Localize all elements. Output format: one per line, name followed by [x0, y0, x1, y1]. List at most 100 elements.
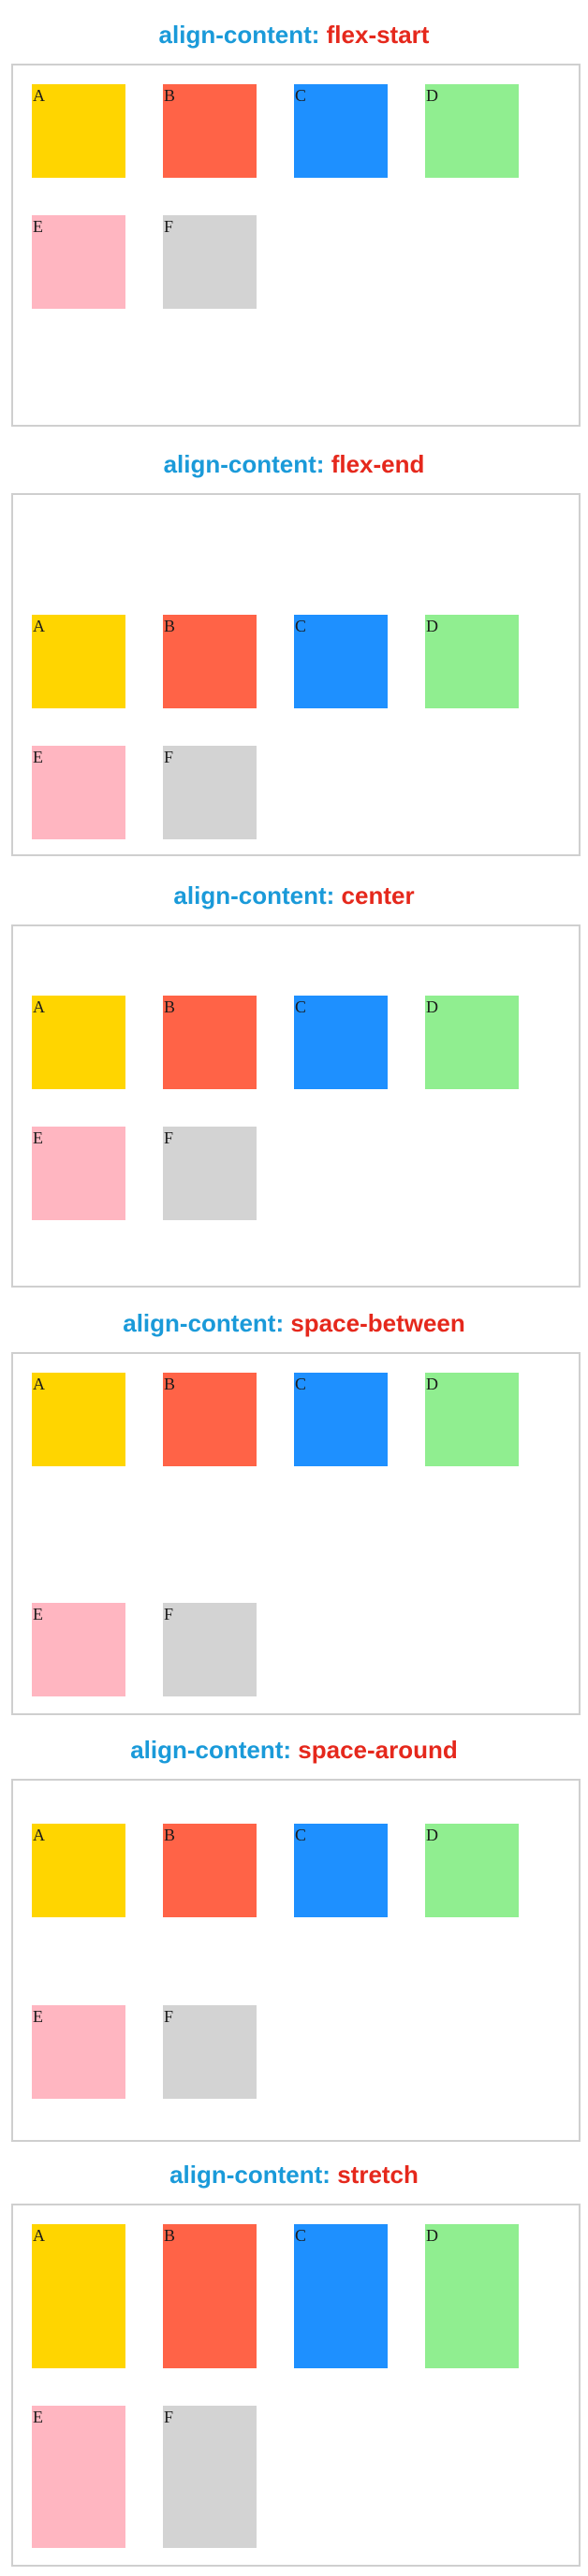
property-value: flex-start	[326, 21, 430, 49]
panel-title: align-content: space-around	[0, 1734, 588, 1766]
item-label: D	[426, 1826, 438, 1844]
flex-item-f: F	[163, 2005, 257, 2099]
flex-item-c: C	[294, 615, 388, 708]
item-label: C	[295, 997, 307, 1016]
property-label: align-content:	[130, 1736, 292, 1764]
item-label: A	[33, 997, 45, 1016]
flex-item-d: D	[425, 1824, 519, 1917]
flex-item-f: F	[163, 2406, 257, 2548]
flex-item-c: C	[294, 2224, 388, 2368]
item-label: D	[426, 997, 438, 1016]
item-label: D	[426, 2226, 438, 2245]
flex-container: A B C D E F	[11, 493, 581, 856]
item-label: A	[33, 1375, 45, 1393]
flex-item-d: D	[425, 2224, 519, 2368]
item-label: E	[33, 748, 43, 766]
flex-container: A B C D E F	[11, 1352, 581, 1715]
item-label: B	[164, 1826, 176, 1844]
item-label: E	[33, 1605, 43, 1623]
flex-container: A B C D E F	[11, 1779, 581, 2142]
flex-item-a: A	[32, 1824, 125, 1917]
flex-item-e: E	[32, 2406, 125, 2548]
flex-item-c: C	[294, 996, 388, 1089]
flex-item-b: B	[163, 84, 257, 178]
flex-item-c: C	[294, 1824, 388, 1917]
flex-item-f: F	[163, 746, 257, 839]
flex-container: A B C D E F	[11, 64, 581, 427]
item-label: F	[164, 2408, 174, 2426]
item-label: E	[33, 1128, 43, 1147]
flex-item-f: F	[163, 215, 257, 309]
item-label: F	[164, 1128, 174, 1147]
item-label: F	[164, 748, 174, 766]
property-value: center	[341, 881, 415, 910]
item-label: B	[164, 997, 176, 1016]
item-label: D	[426, 86, 438, 105]
flex-item-a: A	[32, 615, 125, 708]
property-label: align-content:	[163, 450, 325, 478]
property-label: align-content:	[123, 1309, 285, 1337]
property-label: align-content:	[169, 2161, 331, 2189]
flex-item-b: B	[163, 2224, 257, 2368]
item-label: C	[295, 1826, 307, 1844]
panel-title: align-content: space-between	[0, 1307, 588, 1339]
item-label: B	[164, 2226, 176, 2245]
item-label: C	[295, 1375, 307, 1393]
flex-item-b: B	[163, 996, 257, 1089]
item-label: E	[33, 2007, 43, 2026]
panel-space-around: align-content: space-around A B C D E F	[0, 1734, 588, 2146]
item-label: E	[33, 2408, 43, 2426]
item-label: C	[295, 86, 307, 105]
flex-item-e: E	[32, 215, 125, 309]
item-label: F	[164, 1605, 174, 1623]
item-label: A	[33, 86, 45, 105]
panel-space-between: align-content: space-between A B C D E F	[0, 1307, 588, 1719]
flex-item-f: F	[163, 1127, 257, 1220]
flex-item-b: B	[163, 1373, 257, 1466]
property-label: align-content:	[173, 881, 335, 910]
panel-title: align-content: flex-start	[0, 19, 588, 51]
panel-flex-end: align-content: flex-end A B C D E F	[0, 448, 588, 860]
flex-item-e: E	[32, 746, 125, 839]
panel-stretch: align-content: stretch A B C D E F	[0, 2159, 588, 2570]
flex-item-a: A	[32, 1373, 125, 1466]
item-label: F	[164, 2007, 174, 2026]
item-label: D	[426, 1375, 438, 1393]
item-label: A	[33, 2226, 45, 2245]
flex-item-d: D	[425, 615, 519, 708]
flex-item-a: A	[32, 2224, 125, 2368]
item-label: C	[295, 617, 307, 635]
flex-item-d: D	[425, 84, 519, 178]
property-label: align-content:	[158, 21, 320, 49]
item-label: D	[426, 617, 438, 635]
flex-item-e: E	[32, 1127, 125, 1220]
panel-title: align-content: flex-end	[0, 448, 588, 480]
item-label: B	[164, 86, 176, 105]
property-value: space-between	[290, 1309, 465, 1337]
flex-item-b: B	[163, 1824, 257, 1917]
flex-item-e: E	[32, 2005, 125, 2099]
item-label: A	[33, 1826, 45, 1844]
flex-item-a: A	[32, 84, 125, 178]
property-value: space-around	[298, 1736, 458, 1764]
item-label: E	[33, 217, 43, 236]
flex-item-e: E	[32, 1603, 125, 1696]
panel-flex-start: align-content: flex-start A B C D E F	[0, 19, 588, 430]
flex-item-a: A	[32, 996, 125, 1089]
panel-center: align-content: center A B C D E F	[0, 880, 588, 1291]
item-label: B	[164, 617, 176, 635]
flex-item-d: D	[425, 1373, 519, 1466]
panel-title: align-content: center	[0, 880, 588, 911]
property-value: flex-end	[331, 450, 425, 478]
item-label: B	[164, 1375, 176, 1393]
flex-item-f: F	[163, 1603, 257, 1696]
panel-title: align-content: stretch	[0, 2159, 588, 2190]
flex-item-c: C	[294, 84, 388, 178]
flex-item-d: D	[425, 996, 519, 1089]
flex-container: A B C D E F	[11, 2204, 581, 2567]
flex-container: A B C D E F	[11, 924, 581, 1288]
flex-item-c: C	[294, 1373, 388, 1466]
property-value: stretch	[337, 2161, 419, 2189]
flex-item-b: B	[163, 615, 257, 708]
item-label: F	[164, 217, 174, 236]
